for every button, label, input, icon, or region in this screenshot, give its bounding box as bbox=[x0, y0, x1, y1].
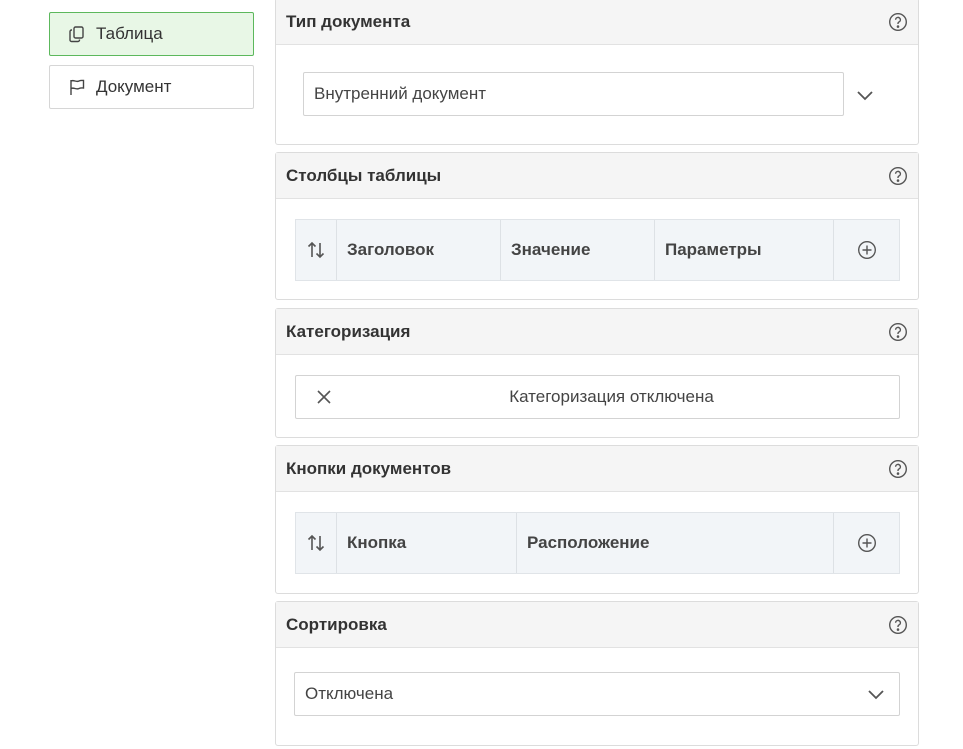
categorization-toggle-label: Категоризация отключена bbox=[509, 387, 714, 406]
table-columns-header: Столбцы таблицы bbox=[276, 153, 918, 199]
close-icon bbox=[317, 390, 331, 404]
sort-column[interactable] bbox=[296, 220, 337, 280]
help-icon[interactable] bbox=[888, 615, 908, 635]
sorting-panel: Сортировка Отключена bbox=[275, 601, 919, 746]
document-buttons-title: Кнопки документов bbox=[286, 458, 452, 478]
sorting-value: Отключена bbox=[305, 684, 394, 703]
doc-type-value: Внутренний документ bbox=[314, 84, 487, 103]
table-columns-panel: Столбцы таблицы Заголовок Значение Парам… bbox=[275, 152, 919, 300]
doc-type-title: Тип документа bbox=[286, 11, 411, 31]
column-header-value: Значение bbox=[501, 220, 655, 280]
nav-table-button[interactable]: Таблица bbox=[49, 12, 254, 56]
sort-icon bbox=[307, 241, 325, 259]
help-icon[interactable] bbox=[888, 166, 908, 186]
flag-icon bbox=[70, 79, 85, 95]
nav-document-button[interactable]: Документ bbox=[49, 65, 254, 109]
column-header-title: Заголовок bbox=[337, 220, 501, 280]
column-header-button: Кнопка bbox=[337, 513, 517, 573]
document-buttons-panel: Кнопки документов Кнопка Расположение bbox=[275, 445, 919, 594]
categorization-panel: Категоризация Категоризация отключена bbox=[275, 308, 919, 438]
column-header-params: Параметры bbox=[655, 220, 834, 280]
help-icon[interactable] bbox=[888, 12, 908, 32]
help-icon[interactable] bbox=[888, 459, 908, 479]
buttons-table-header: Кнопка Расположение bbox=[295, 512, 900, 574]
doc-type-select[interactable]: Внутренний документ bbox=[303, 72, 844, 116]
sort-column[interactable] bbox=[296, 513, 337, 573]
sorting-title: Сортировка bbox=[286, 614, 387, 634]
doc-type-panel: Тип документа Внутренний документ bbox=[275, 0, 919, 145]
plus-circle-icon bbox=[857, 533, 876, 553]
sort-icon bbox=[307, 534, 325, 552]
categorization-toggle-button[interactable]: Категоризация отключена bbox=[295, 375, 900, 419]
nav-table-label: Таблица bbox=[96, 24, 163, 43]
categorization-title: Категоризация bbox=[286, 321, 411, 341]
sorting-select[interactable]: Отключена bbox=[294, 672, 900, 716]
help-icon[interactable] bbox=[888, 322, 908, 342]
copy-icon bbox=[69, 26, 84, 43]
plus-circle-icon bbox=[857, 240, 876, 260]
add-column-button[interactable] bbox=[834, 220, 899, 280]
columns-table-header: Заголовок Значение Параметры bbox=[295, 219, 900, 281]
categorization-header: Категоризация bbox=[276, 309, 918, 355]
column-header-location: Расположение bbox=[517, 513, 834, 573]
table-columns-title: Столбцы таблицы bbox=[286, 165, 442, 185]
sorting-header: Сортировка bbox=[276, 602, 918, 648]
add-button-button[interactable] bbox=[834, 513, 899, 573]
document-buttons-header: Кнопки документов bbox=[276, 446, 918, 492]
nav-document-label: Документ bbox=[96, 77, 172, 96]
chevron-down-icon bbox=[868, 690, 884, 700]
chevron-down-icon[interactable] bbox=[854, 84, 876, 106]
doc-type-header: Тип документа bbox=[276, 0, 918, 45]
